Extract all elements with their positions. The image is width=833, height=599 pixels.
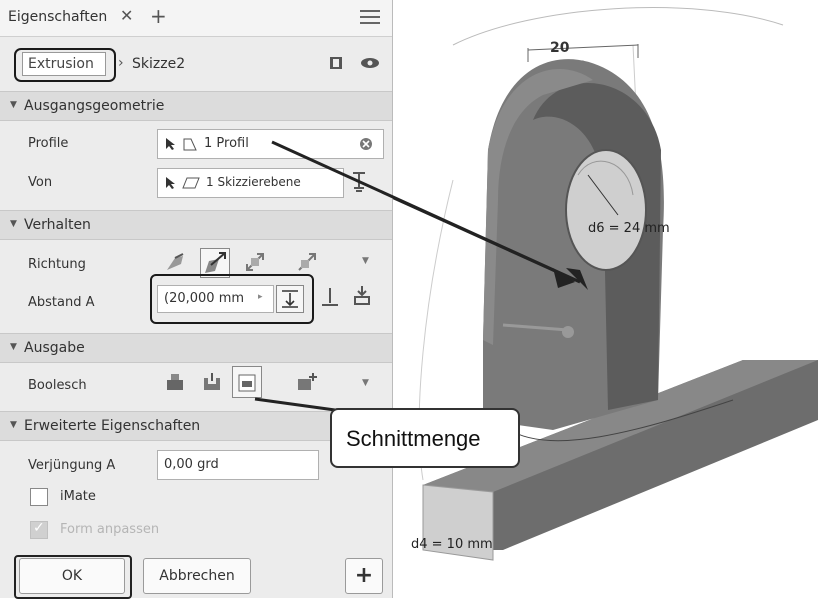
callout-text: Schnittmenge xyxy=(346,426,481,451)
annotation-arrows xyxy=(254,140,588,412)
callout-box: Schnittmenge xyxy=(330,408,520,468)
